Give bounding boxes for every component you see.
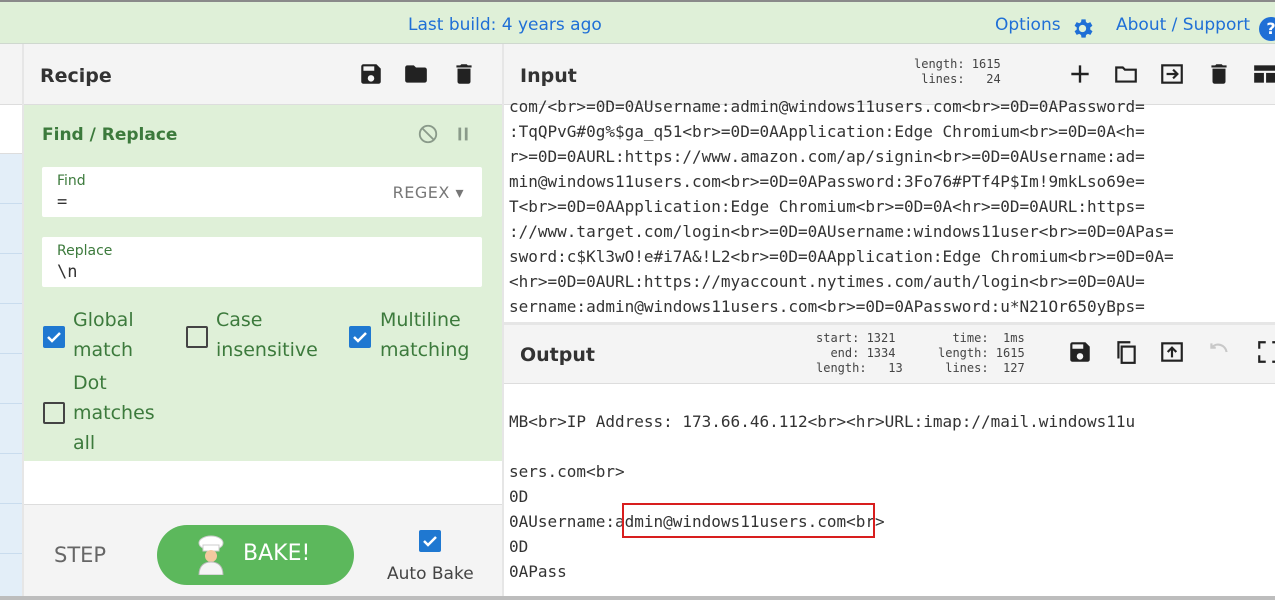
output-line: MB<br>IP Address: 173.66.46.112<br><hr>U… <box>509 412 1136 431</box>
about-support-link[interactable]: About / Support <box>1116 15 1250 35</box>
maximise-icon[interactable] <box>1256 339 1275 365</box>
copy-icon[interactable] <box>1113 339 1139 365</box>
case-insensitive-label: Case insensitive <box>216 309 318 361</box>
folder-icon[interactable] <box>403 61 429 87</box>
find-mode-dropdown[interactable]: REGEX ▾ <box>393 183 464 202</box>
find-input[interactable]: = <box>57 192 67 212</box>
add-tab-icon[interactable] <box>1067 61 1093 87</box>
multiline-matching-checkbox[interactable] <box>349 326 371 348</box>
input-line: sername:admin@windows11users.com<br>=0D=… <box>509 297 1145 316</box>
input-line: min@windows11users.com<br>=0D=0APassword… <box>509 172 1145 191</box>
output-panel: Output start: 1321 end: 1334 length: 13 … <box>504 325 1275 600</box>
last-build-text: Last build: 4 years ago <box>408 15 602 35</box>
input-panel: Input length: 1615 lines: 24 com/<br>=0D <box>504 44 1275 322</box>
pause-icon[interactable] <box>452 123 474 145</box>
input-line: T<br>=0D=0AApplication:Edge Chromium<br>… <box>509 197 1145 216</box>
options-link[interactable]: Options <box>995 15 1061 35</box>
operations-search[interactable] <box>0 105 22 154</box>
find-mode-value: REGEX <box>392 183 450 202</box>
input-line: com/<br>=0D=0AUsername:admin@windows11us… <box>509 97 1145 116</box>
output-title: Output <box>520 344 595 366</box>
case-insensitive-checkbox[interactable] <box>186 326 208 348</box>
trash-icon[interactable] <box>451 61 477 87</box>
input-title: Input <box>520 65 577 87</box>
undo-icon[interactable] <box>1206 339 1232 365</box>
bake-label: BAKE! <box>243 541 311 566</box>
auto-bake-label: Auto Bake <box>387 564 474 584</box>
layout-icon[interactable] <box>1252 61 1275 87</box>
global-match-checkbox[interactable] <box>43 326 65 348</box>
dot-matches-all-label: Dot matches all <box>73 372 155 454</box>
operations-panel <box>0 44 23 600</box>
find-replace-operation: Find / Replace Find = REGEX ▾ Replace \n <box>24 105 502 461</box>
multiline-matching-label: Multiline matching <box>380 309 470 361</box>
save-icon[interactable] <box>358 61 384 87</box>
operations-header <box>0 44 22 105</box>
clear-input-icon[interactable] <box>1206 61 1232 87</box>
input-line: ://www.target.com/login<br>=0D=0AUsernam… <box>509 222 1174 241</box>
top-banner: Last build: 4 years ago Options About / … <box>0 0 1275 44</box>
move-to-input-icon[interactable] <box>1159 339 1185 365</box>
bake-controls: STEP BAKE! Auto Bake <box>24 504 502 600</box>
dot-matches-all-checkbox[interactable] <box>43 402 65 424</box>
disable-icon[interactable] <box>417 123 439 145</box>
caret-down-icon: ▾ <box>455 183 464 202</box>
output-header: Output start: 1321 end: 1334 length: 13 … <box>504 325 1275 384</box>
replace-input[interactable]: \n <box>57 262 77 282</box>
help-icon[interactable]: ? <box>1259 17 1275 41</box>
save-output-icon[interactable] <box>1067 339 1093 365</box>
input-line: r>=0D=0AURL:https://www.amazon.com/ap/si… <box>509 147 1145 166</box>
open-folder-icon[interactable] <box>1113 61 1139 87</box>
replace-field[interactable]: Replace \n <box>42 237 482 287</box>
replace-label: Replace <box>57 243 113 259</box>
global-match-label: Global match <box>73 309 134 361</box>
recipe-panel: Recipe Find / Replace Find = REGEX ▾ Rep… <box>24 44 502 600</box>
window-bottom-edge <box>0 596 1275 600</box>
auto-bake-checkbox[interactable] <box>419 530 441 552</box>
output-line: ​ <box>509 434 1269 459</box>
recipe-header: Recipe <box>24 44 502 105</box>
input-textarea[interactable]: com/<br>=0D=0AUsername:admin@windows11us… <box>509 94 1269 320</box>
open-file-icon[interactable] <box>1159 61 1185 87</box>
recipe-title: Recipe <box>40 65 112 87</box>
input-stats: length: 1615 lines: 24 <box>914 57 1001 86</box>
chef-icon <box>198 535 224 575</box>
input-line: :TqQPvG#0g%$ga_q51<br>=0D=0AApplication:… <box>509 122 1145 141</box>
operations-list[interactable] <box>0 154 22 600</box>
input-line: <hr>=0D=0AURL:https://myaccount.nytimes.… <box>509 272 1145 291</box>
bake-button[interactable]: BAKE! <box>157 525 354 585</box>
find-field[interactable]: Find = REGEX ▾ <box>42 167 482 217</box>
step-button[interactable]: STEP <box>54 543 106 567</box>
output-selection-stats: start: 1321 end: 1334 length: 13 <box>816 331 903 375</box>
input-line: sword:c$Kl3wO!e#i7A&!L2<br>=0D=0AApplica… <box>509 247 1174 266</box>
find-label: Find <box>57 173 86 189</box>
output-line: sers.com<br> <box>509 462 625 481</box>
output-stats: time: 1ms length: 1615 lines: 127 <box>938 331 1025 375</box>
output-line: 0APass <box>509 562 567 581</box>
gear-icon[interactable] <box>1070 16 1095 41</box>
cyberchef-window: Last build: 4 years ago Options About / … <box>0 0 1275 600</box>
selection-highlight <box>622 503 875 538</box>
operation-title: Find / Replace <box>42 125 178 145</box>
